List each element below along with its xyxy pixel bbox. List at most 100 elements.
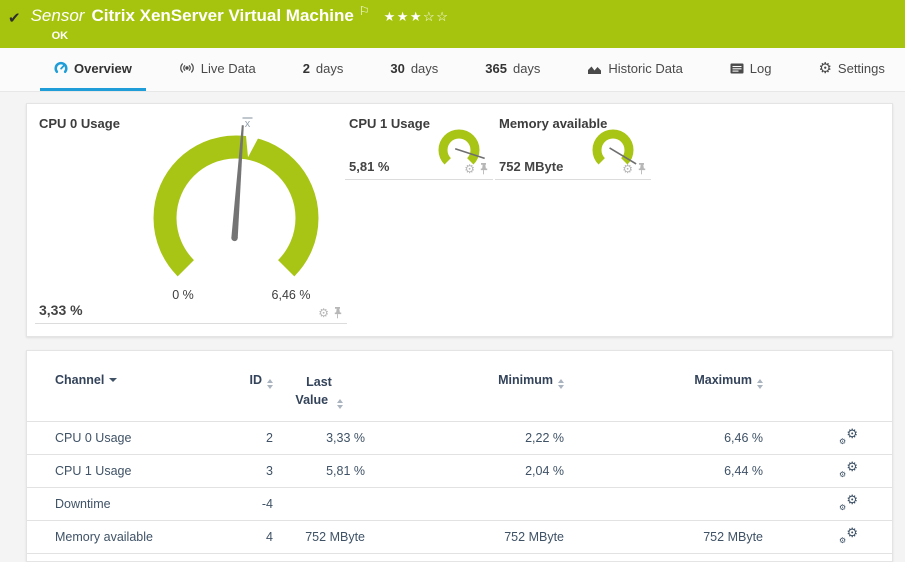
gauge-scale-min: 0 %: [172, 288, 194, 302]
tile-gear-icon[interactable]: ⚙: [622, 163, 633, 175]
settings-gear-icon: ⚙: [818, 59, 832, 77]
column-header-actions: [763, 351, 892, 423]
stars-empty[interactable]: ☆☆: [423, 9, 449, 24]
sensor-status-badge: OK: [51, 30, 69, 42]
flag-icon[interactable]: ⚐: [359, 4, 370, 18]
channel-id-cell: -4: [225, 487, 273, 522]
channel-id-cell: 4: [225, 520, 273, 555]
minimum-cell: 2,22 %: [365, 421, 564, 456]
tile-pin-icon[interactable]: [637, 162, 646, 175]
actions-cell: ⚙ ⚙: [763, 487, 892, 522]
channel-name-cell[interactable]: CPU 0 Usage: [27, 421, 225, 456]
tab-label: Log: [749, 60, 772, 76]
sensor-title: Citrix XenServer Virtual Machine: [91, 6, 354, 25]
actions-cell: ⚙ ⚙: [763, 454, 892, 489]
tab-log[interactable]: Log: [716, 48, 786, 91]
channel-settings-icon[interactable]: ⚙ ⚙: [839, 493, 858, 512]
table-row[interactable]: CPU 0 Usage 2 3,33 % 2,22 % 6,46 % ⚙ ⚙: [27, 421, 892, 456]
tab-number: 365: [485, 60, 507, 76]
gauges-panel: CPU 0 Usage x 0 % 6,46 % 3,33 % ⚙ CPU 1 …: [26, 103, 893, 337]
tile-gear-icon[interactable]: ⚙: [318, 307, 329, 319]
table-row[interactable]: Downtime -4 ⚙ ⚙: [27, 487, 892, 522]
actions-cell: ⚙ ⚙: [763, 421, 892, 456]
gauge-scale-max: 6,46 %: [272, 288, 311, 302]
sort-toggle-icon[interactable]: [558, 379, 564, 389]
channels-table: Channel ID Last Value Minimum Maximum CP…: [27, 351, 892, 555]
minimum-cell: 752 MByte: [365, 520, 564, 555]
maximum-cell: [564, 487, 763, 522]
tab-settings[interactable]: ⚙ Settings: [804, 48, 898, 91]
gauge-tile-memory: Memory available 752 MByte ⚙: [495, 112, 651, 180]
channel-name-cell[interactable]: Downtime: [27, 487, 225, 522]
channel-name-cell[interactable]: Memory available: [27, 520, 225, 555]
tile-gear-icon[interactable]: ⚙: [464, 163, 475, 175]
sort-toggle-icon[interactable]: [757, 379, 763, 389]
tab-label: Settings: [837, 60, 885, 76]
tab-label: days: [315, 60, 344, 76]
tab-365-days[interactable]: 365 days: [471, 48, 554, 91]
channel-id-cell: 2: [225, 421, 273, 456]
last-value-cell: 752 MByte: [273, 520, 365, 555]
sensor-title-block: Sensor Citrix XenServer Virtual Machine …: [30, 4, 450, 42]
table-row[interactable]: CPU 1 Usage 3 5,81 % 2,04 % 6,44 % ⚙ ⚙: [27, 454, 892, 489]
channel-settings-icon[interactable]: ⚙ ⚙: [839, 526, 858, 545]
tab-number: 30: [390, 60, 405, 76]
gauge-tile-cpu1: CPU 1 Usage 5,81 % ⚙: [345, 112, 493, 180]
column-header-channel[interactable]: Channel: [27, 351, 225, 423]
tab-label: Historic Data: [608, 60, 683, 76]
object-kind-label: Sensor: [30, 6, 85, 25]
sort-desc-icon: [109, 378, 118, 382]
column-header-id[interactable]: ID: [225, 351, 273, 423]
table-header-row: Channel ID Last Value Minimum Maximum: [27, 351, 892, 423]
maximum-cell: 6,44 %: [564, 454, 763, 489]
tab-label: Overview: [74, 60, 132, 76]
sensor-header: ✔ Sensor Citrix XenServer Virtual Machin…: [0, 0, 905, 48]
log-icon: [730, 63, 744, 73]
priority-stars[interactable]: ★★★☆☆: [384, 9, 450, 25]
gauge-tile-actions: ⚙: [318, 306, 342, 319]
actions-cell: ⚙ ⚙: [763, 520, 892, 555]
gauge-tile-cpu0: CPU 0 Usage x 0 % 6,46 % 3,33 % ⚙: [35, 112, 347, 324]
channels-panel: Channel ID Last Value Minimum Maximum CP…: [26, 350, 893, 562]
gauge-tile-actions: ⚙: [464, 162, 488, 175]
cpu0-gauge: x 0 % 6,46 %: [153, 117, 319, 302]
channel-settings-icon[interactable]: ⚙ ⚙: [839, 427, 858, 446]
gauge-icon: [54, 61, 68, 74]
live-data-icon: [180, 63, 194, 73]
tab-number: 2: [302, 60, 310, 76]
tab-live-data[interactable]: Live Data: [165, 48, 270, 91]
minimum-cell: 2,04 %: [365, 454, 564, 489]
column-header-last-value[interactable]: Last Value: [273, 351, 365, 423]
channel-settings-icon[interactable]: ⚙ ⚙: [839, 460, 858, 479]
tile-pin-icon[interactable]: [479, 162, 488, 175]
table-row[interactable]: Memory available 4 752 MByte 752 MByte 7…: [27, 520, 892, 555]
mean-marker: x: [245, 118, 251, 130]
tab-label: days: [410, 60, 439, 76]
stars-filled[interactable]: ★★★: [384, 9, 423, 24]
status-check-icon: ✔: [8, 10, 21, 27]
tab-label: Live Data: [200, 60, 256, 76]
gauge-tile-actions: ⚙: [622, 162, 646, 175]
tab-overview[interactable]: Overview: [40, 48, 146, 91]
maximum-cell: 752 MByte: [564, 520, 763, 555]
gauge-title: CPU 1 Usage: [349, 116, 430, 131]
gauge-current-value: 5,81 %: [349, 159, 390, 174]
tile-pin-icon[interactable]: [333, 306, 342, 319]
channel-name-cell[interactable]: CPU 1 Usage: [27, 454, 225, 489]
channel-id-cell: 3: [225, 454, 273, 489]
last-value-cell: 3,33 %: [273, 421, 365, 456]
historic-data-icon: [588, 66, 602, 74]
tab-30-days[interactable]: 30 days: [376, 48, 452, 91]
tab-2-days[interactable]: 2 days: [289, 48, 358, 91]
sensor-tab-bar: Overview Live Data 2 days 30 days 365 da…: [0, 48, 905, 92]
last-value-cell: 5,81 %: [273, 454, 365, 489]
minimum-cell: [365, 487, 564, 522]
column-header-minimum[interactable]: Minimum: [365, 351, 564, 423]
tab-label: days: [512, 60, 541, 76]
tab-historic-data[interactable]: Historic Data: [573, 48, 696, 91]
gauge-current-value: 752 MByte: [499, 159, 564, 174]
last-value-cell: [273, 487, 365, 522]
column-header-maximum[interactable]: Maximum: [564, 351, 763, 423]
sort-toggle-icon[interactable]: [336, 399, 343, 410]
sort-toggle-icon[interactable]: [267, 379, 273, 389]
